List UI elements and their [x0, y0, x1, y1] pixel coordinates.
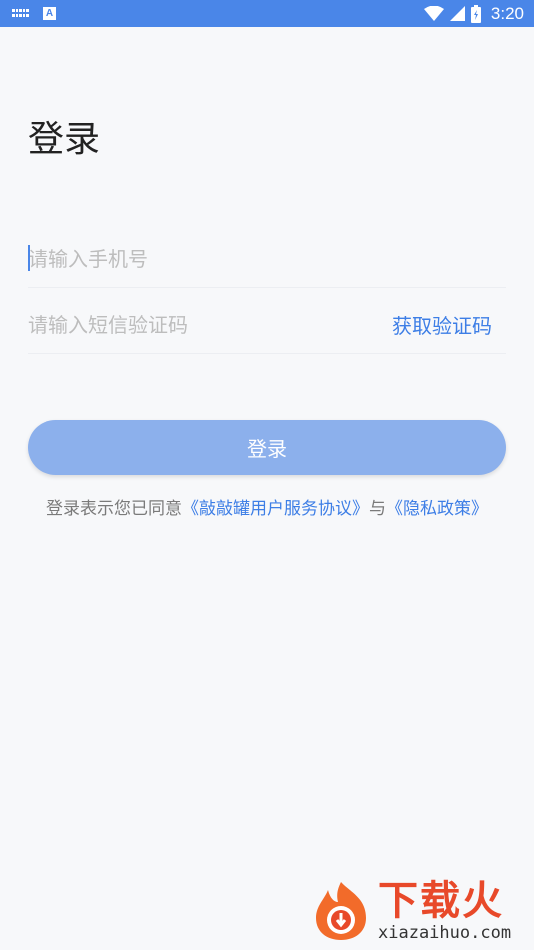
- agreement-conjunction: 与: [369, 499, 386, 519]
- watermark-brand-en: xiazaihuo.com: [378, 923, 512, 943]
- text-caret: [28, 245, 30, 271]
- watermark-brand-cn: 下载火: [378, 878, 504, 924]
- login-button[interactable]: 登录: [28, 420, 506, 475]
- sms-code-field[interactable]: 获取验证码: [28, 296, 506, 354]
- wifi-icon: [423, 5, 444, 21]
- agreement-text: 登录表示您已同意《敲敲罐用户服务协议》与《隐私政策》: [0, 494, 534, 519]
- flame-logo-icon: [316, 882, 366, 940]
- watermark: 下载火 xiazaihuo.com: [310, 876, 528, 946]
- phone-field[interactable]: [28, 230, 506, 288]
- status-time: 3:20: [490, 3, 524, 23]
- page-title: 登录: [28, 119, 101, 160]
- keyboard-icon: [12, 8, 29, 19]
- agreement-prefix: 登录表示您已同意: [46, 499, 182, 519]
- battery-icon: [470, 4, 481, 23]
- phone-input[interactable]: [28, 246, 348, 271]
- privacy-link[interactable]: 《隐私政策》: [386, 499, 488, 519]
- status-bar: A 3:20: [0, 0, 534, 27]
- terms-link[interactable]: 《敲敲罐用户服务协议》: [182, 499, 369, 519]
- a-notification-icon: A: [43, 7, 56, 20]
- sms-code-input[interactable]: [28, 312, 348, 337]
- signal-icon: [449, 6, 465, 21]
- get-code-button[interactable]: 获取验证码: [392, 310, 492, 339]
